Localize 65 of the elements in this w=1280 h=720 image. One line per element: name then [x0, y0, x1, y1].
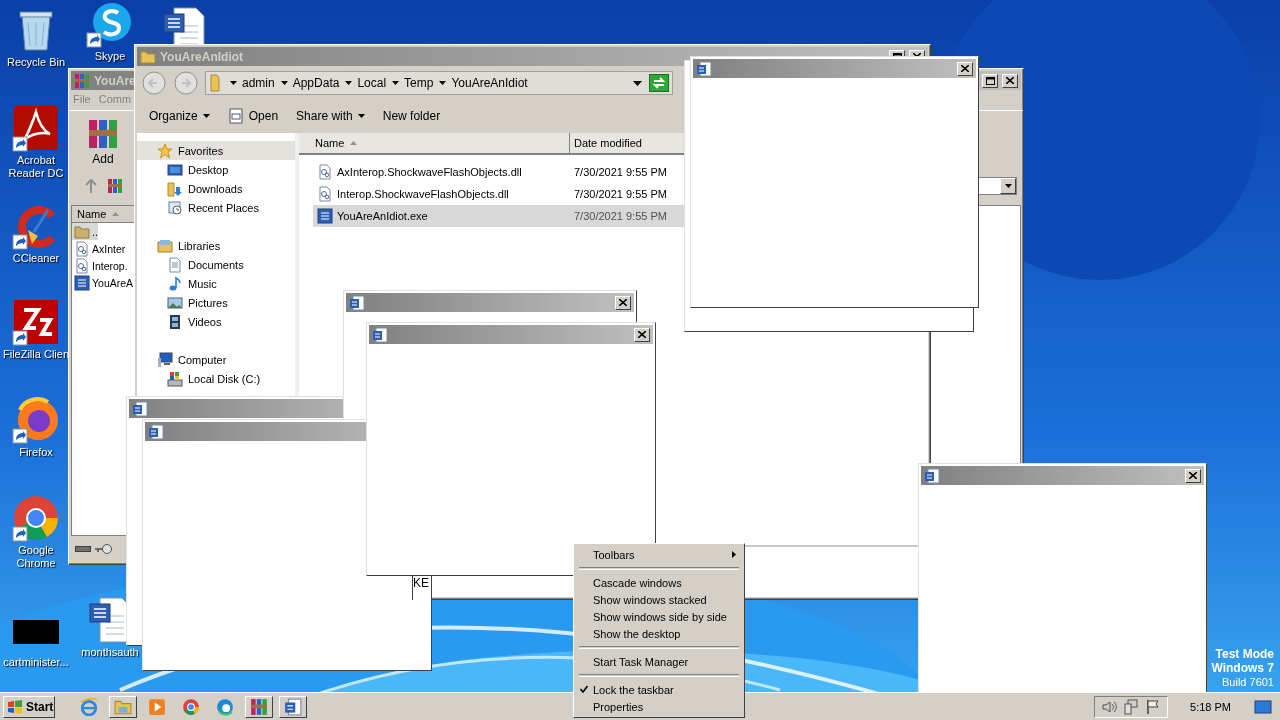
desktop-icon-label[interactable]: Acrobat Reader DC: [1, 154, 71, 180]
address-bar[interactable]: admin AppData Local Temp YouAreAnIdiot: [205, 71, 673, 95]
file-row[interactable]: YouAreAnIdiot.exe 7/30/2021 9:55 PM: [313, 205, 685, 227]
file-name: Interop.: [92, 259, 128, 272]
file-row[interactable]: YouAreA: [72, 274, 134, 291]
nav-item[interactable]: Computer: [137, 350, 295, 369]
nav-item[interactable]: Local Disk (C:): [137, 369, 295, 388]
desktop-icon-label[interactable]: Recycle Bin: [6, 56, 66, 69]
file-row[interactable]: AxInterop.ShockwaveFlashObjects.dll 7/30/2021 9:55 PM: [313, 161, 685, 183]
file-name: YouAreA: [92, 276, 134, 289]
file-date: 7/30/2021 9:55 PM: [574, 188, 667, 200]
toolbar-button[interactable]: Share with: [290, 104, 371, 128]
breadcrumb-item[interactable]: admin: [242, 76, 275, 90]
nav-item[interactable]: Music: [137, 274, 295, 293]
nav-item[interactable]: Desktop: [137, 160, 295, 179]
file-name: ..: [92, 225, 98, 238]
clock[interactable]: 5:18 PM: [1190, 700, 1231, 713]
notice-text: Test Mode: [1215, 647, 1274, 661]
column-label: Name: [77, 208, 107, 220]
nav-item[interactable]: Downloads: [137, 179, 295, 198]
file-date: 7/30/2021 9:55 PM: [574, 166, 667, 178]
file-row[interactable]: AxInter: [72, 240, 126, 257]
nav-item[interactable]: Recent Places: [137, 198, 295, 217]
nav-item[interactable]: Libraries: [137, 236, 295, 255]
breadcrumb-item[interactable]: Local: [357, 76, 387, 90]
column-header[interactable]: Name: [299, 133, 570, 153]
desktop-icon-label[interactable]: Google Chrome: [1, 544, 71, 570]
desktop-icon-label[interactable]: FileZilla Clien: [3, 348, 69, 361]
column-header[interactable]: Name: [72, 206, 136, 223]
menu-item[interactable]: Show the desktop: [576, 625, 742, 642]
nav-item[interactable]: Videos: [137, 312, 295, 331]
desktop-icon-label[interactable]: CCleaner: [12, 252, 60, 265]
window-title: YouAreAnIdiot: [160, 49, 244, 64]
toolbar-button[interactable]: Open: [221, 104, 285, 128]
window-title: YouAre: [94, 73, 136, 88]
menu-item[interactable]: Lock the taskbar: [576, 681, 742, 698]
file-date: 7/30/2021 9:55 PM: [574, 210, 667, 222]
add-button[interactable]: Add: [77, 118, 129, 166]
nav-item[interactable]: Pictures: [137, 293, 295, 312]
breadcrumb-item[interactable]: YouAreAnIdiot: [451, 76, 528, 90]
nav-item[interactable]: Favorites: [137, 141, 295, 160]
menu-item[interactable]: Start Task Manager: [576, 653, 742, 670]
toolbar-button[interactable]: New folder: [376, 104, 447, 128]
notice-text: Build 7601: [1222, 675, 1274, 689]
file-name: AxInterop.ShockwaveFlashObjects.dll: [337, 166, 522, 178]
file-row[interactable]: Interop.ShockwaveFlashObjects.dll 7/30/2021 9:55 PM: [313, 183, 685, 205]
menu-item[interactable]: Properties: [576, 698, 742, 715]
file-name: AxInter: [92, 242, 126, 255]
file-name: Interop.ShockwaveFlashObjects.dll: [337, 188, 509, 200]
nav-item[interactable]: Documents: [137, 255, 295, 274]
menu-item[interactable]: Show windows stacked: [576, 591, 742, 608]
file-row[interactable]: Interop.: [72, 257, 128, 274]
start-button[interactable]: Start: [3, 695, 55, 718]
file-row[interactable]: ..: [72, 223, 98, 240]
desktop-icon-label[interactable]: Firefox: [19, 446, 53, 459]
menu-item[interactable]: Show windows side by side: [576, 608, 742, 625]
text-fragment: KE: [412, 575, 430, 600]
breadcrumb-item[interactable]: Temp: [404, 76, 434, 90]
breadcrumb-item[interactable]: AppData: [292, 76, 340, 90]
toolbar-button[interactable]: Organize: [143, 104, 216, 128]
desktop-icon-label[interactable]: Skype: [94, 50, 126, 63]
notice-text: Windows 7: [1211, 661, 1274, 675]
menu-item[interactable]: Cascade windows: [576, 574, 742, 591]
menu-item[interactable]: Toolbars: [576, 546, 742, 563]
file-name: YouAreAnIdiot.exe: [337, 210, 428, 222]
